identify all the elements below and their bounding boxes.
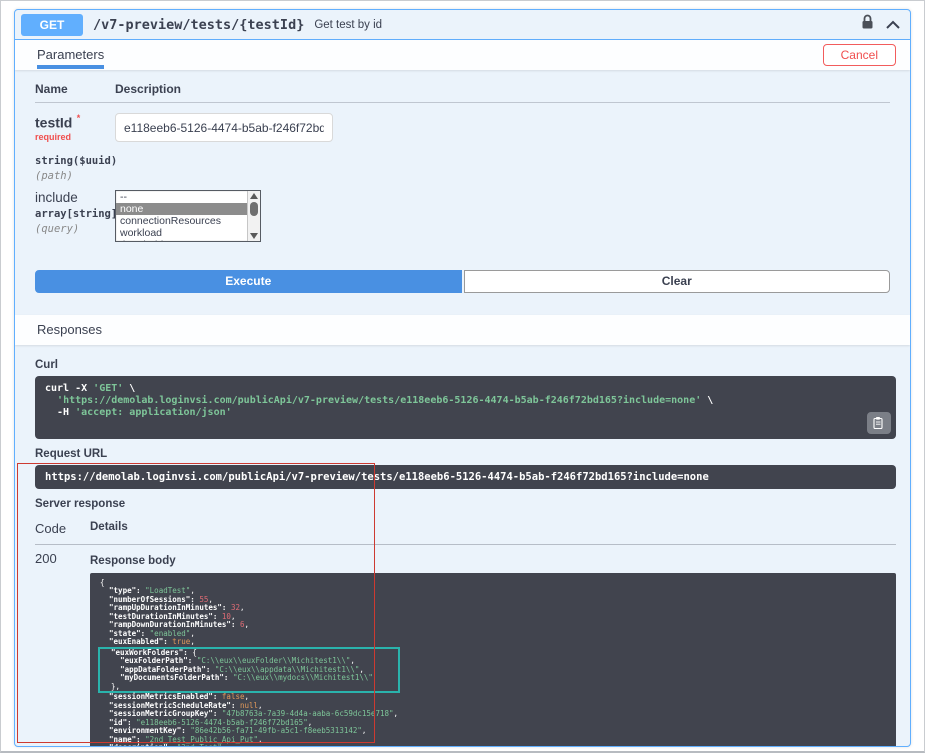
code-column-header: Code [35,521,90,536]
clear-button[interactable]: Clear [464,270,891,293]
execute-button[interactable]: Execute [35,270,462,293]
scroll-down-icon[interactable] [250,233,258,239]
request-url-value: https://demolab.loginvsi.com/publicApi/v… [35,465,896,489]
column-description: Description [115,82,181,96]
parameters-column-headers: Name Description [35,82,890,103]
json-line: "euxEnabled": true, [100,638,886,647]
include-multiselect[interactable]: --noneconnectionResourcesworkloadthresho… [115,190,261,242]
include-option-connectionResources[interactable]: connectionResources [116,215,247,227]
status-code: 200 [35,551,90,747]
parameters-header-band: Parameters Cancel [15,40,910,70]
json-line: "rampDownDurationInMinutes": 6, [100,621,886,630]
copy-curl-button[interactable] [867,412,891,434]
scroll-thumb[interactable] [250,202,258,216]
parameters-table: Name Description testId * required strin… [15,70,910,293]
curl-line: -H 'accept: application/json' [45,407,886,419]
opblock-get: GET /v7-preview/tests/{testId} Get test … [14,9,911,747]
json-line: "state": "enabled", [100,630,886,639]
endpoint-path: /v7-preview/tests/{testId} [93,17,304,33]
execute-row: Execute Clear [35,270,890,293]
collapse-chevron-icon[interactable] [886,16,900,34]
param-type-include: array[string] [35,208,115,220]
param-row-include: include array[string] (query) --noneconn… [35,190,890,242]
curl-line: 'https://demolab.loginvsi.com/publicApi/… [45,395,886,407]
http-method-badge: GET [21,14,83,36]
json-line: { [100,579,886,588]
cyan-annotation-box: "euxWorkFolders": { "euxFolderPath": "C:… [98,647,400,694]
param-row-testid: testId * required string($uuid) (path) [35,113,890,182]
json-line: "type": "LoadTest", [100,587,886,596]
details-column-header: Details [90,521,128,536]
json-line: "description": "2nd Test", [100,744,886,747]
include-option---[interactable]: -- [116,191,247,203]
swagger-endpoint-panel: GET /v7-preview/tests/{testId} Get test … [0,0,925,753]
curl-line: curl -X 'GET' \ [45,383,886,395]
param-type-testid: string($uuid) [35,155,115,167]
request-url-label: Request URL [35,448,896,460]
responses-header-band: Responses [15,315,910,345]
param-location-include: (query) [35,223,115,235]
tab-parameters[interactable]: Parameters [37,41,104,69]
testid-input[interactable] [115,113,333,142]
param-name-testid: testId [35,114,72,130]
response-body-label: Response body [90,555,896,567]
param-name-include: include [35,190,115,205]
endpoint-summary: Get test by id [314,19,382,31]
include-option-workload[interactable]: workload [116,227,247,239]
column-name: Name [35,82,115,96]
listbox-scrollbar[interactable] [247,191,260,241]
responses-content: Curl curl -X 'GET' \ 'https://demolab.lo… [15,345,910,747]
response-body-block: { "type": "LoadTest", "numberOfSessions"… [90,573,896,747]
include-option-none[interactable]: none [116,203,247,215]
json-line: "myDocumentsFolderPath": "C:\\eux\\mydoc… [102,674,398,683]
response-row-200: 200 Response body { "type": "LoadTest", … [35,545,896,747]
response-table-headers: Code Details [35,515,896,545]
json-line: }, [102,683,398,692]
curl-command-block: curl -X 'GET' \ 'https://demolab.loginvs… [35,376,896,439]
curl-label: Curl [35,359,896,371]
param-location-testid: (path) [35,170,115,182]
scroll-up-icon[interactable] [250,193,258,199]
opblock-summary[interactable]: GET /v7-preview/tests/{testId} Get test … [15,10,910,40]
include-option-thresholds[interactable]: thresholds [116,239,247,241]
responses-title: Responses [37,322,102,337]
server-response-label: Server response [35,498,896,510]
cancel-button[interactable]: Cancel [823,44,896,66]
lock-icon[interactable] [861,14,874,35]
